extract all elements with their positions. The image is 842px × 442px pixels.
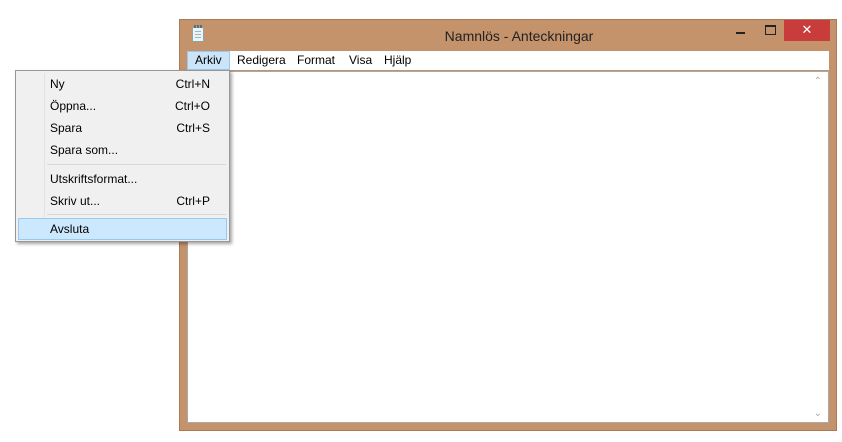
menu-redigera[interactable]: Redigera [230,51,293,70]
menu-item-label: Avsluta [50,222,90,236]
menu-item-label: Utskriftsformat... [50,172,138,186]
menu-format[interactable]: Format [290,51,342,70]
menu-separator [47,164,226,165]
minimize-icon [735,31,745,34]
title-bar[interactable]: Namnlös - Anteckningar ✕ [180,20,836,50]
menu-item-shortcut: Ctrl+S [176,121,210,135]
menu-arkiv[interactable]: Arkiv [187,51,230,70]
close-icon: ✕ [801,23,813,38]
maximize-button[interactable] [757,20,783,41]
menu-item-open[interactable]: Öppna... Ctrl+O [18,95,227,117]
chevron-down-icon[interactable]: ⌄ [814,408,822,419]
menu-item-label: Skriv ut... [50,194,101,208]
menu-item-shortcut: Ctrl+P [176,194,210,208]
menu-item-label: Öppna... [50,99,97,113]
maximize-icon [764,25,776,35]
menu-item-print[interactable]: Skriv ut... Ctrl+P [18,190,227,212]
menu-separator [47,214,226,215]
menu-item-new[interactable]: Ny Ctrl+N [18,73,227,95]
menu-bar: Arkiv Redigera Format Visa Hjälp [187,51,829,70]
chevron-up-icon[interactable]: ⌃ [814,76,822,87]
menu-item-label: Spara [50,121,83,135]
notepad-window: Namnlös - Anteckningar ✕ Arkiv Redigera … [179,19,837,431]
file-menu-dropdown: Ny Ctrl+N Öppna... Ctrl+O Spara Ctrl+S S… [15,70,230,242]
menu-visa[interactable]: Visa [342,51,379,70]
menu-item-save-as[interactable]: Spara som... [18,139,227,161]
menu-item-page-setup[interactable]: Utskriftsformat... [18,168,227,190]
menu-item-label: Ny [50,77,65,91]
minimize-button[interactable] [727,20,753,41]
close-button[interactable]: ✕ [784,20,830,41]
menu-hjalp[interactable]: Hjälp [377,51,418,70]
menu-item-shortcut: Ctrl+O [174,99,210,113]
text-editor-area[interactable]: ⌃ ⌄ [187,71,829,423]
menu-item-shortcut: Ctrl+N [175,77,210,91]
menu-item-save[interactable]: Spara Ctrl+S [18,117,227,139]
menu-item-label: Spara som... [50,143,119,157]
menu-item-exit[interactable]: Avsluta [18,218,227,240]
